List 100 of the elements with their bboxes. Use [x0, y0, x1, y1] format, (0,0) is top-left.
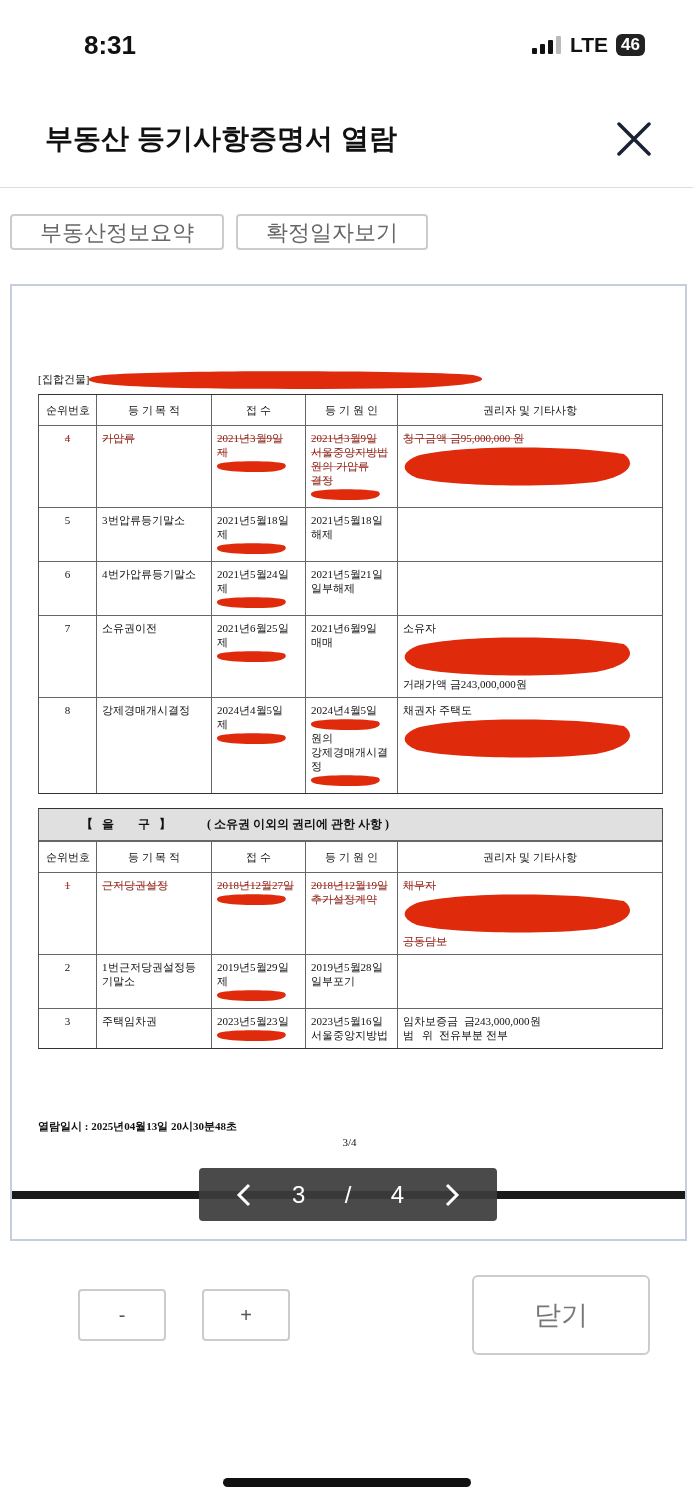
cell-text: 4번가압류등기말소: [102, 567, 197, 581]
cell-text: 2021년3월9일: [217, 431, 284, 445]
cell-text: 2024년4월5일: [311, 703, 378, 717]
cell-text: 기말소: [102, 974, 136, 988]
cell-text: 거래가액 금243,000,000원: [403, 677, 528, 691]
column-header: 권리자 및 기타사항: [483, 403, 577, 417]
close-button[interactable]: 닫기: [472, 1275, 650, 1355]
column-header: 접 수: [246, 850, 271, 864]
cell-text: 1번근저당권설정등: [102, 960, 197, 974]
clock-time: 8:31: [84, 29, 137, 61]
document-heading: [집합건물]: [38, 372, 90, 386]
page-title: 부동산 등기사항증명서 열람: [45, 121, 397, 156]
cell-text: 2021년5월18일: [217, 513, 290, 527]
cell-text: 해제: [311, 527, 334, 541]
section-subtitle: ( 소유권 이외의 권리에 관한 사항 ): [207, 816, 389, 833]
column-header: 등 기 원 인: [325, 403, 378, 417]
cell-text: 제: [217, 445, 229, 459]
cell-text: 2021년6월25일: [217, 621, 290, 635]
cell-text: 2021년5월21일: [311, 567, 384, 581]
cell-text: 범 위 전유부분 전부: [403, 1028, 509, 1042]
rank-number: 5: [64, 513, 71, 527]
redaction-mark: [217, 893, 287, 905]
previous-page-icon[interactable]: [234, 1182, 253, 1207]
cell-text: 근저당권설정: [102, 878, 169, 892]
cell-text: 2019년5월28일: [311, 960, 384, 974]
rank-number: 8: [64, 703, 71, 717]
redaction-mark: [311, 774, 381, 786]
cell-text: 채무자: [403, 878, 437, 892]
cell-text: 3번압류등기말소: [102, 513, 186, 527]
cell-text: 제: [217, 581, 229, 595]
column-header: 등 기 원 인: [325, 850, 378, 864]
column-header: 등 기 목 적: [127, 403, 181, 417]
redaction-mark: [217, 1029, 287, 1041]
cell-text: 소유권이전: [102, 621, 158, 635]
next-page-icon[interactable]: [443, 1182, 462, 1207]
rank-number: 1: [64, 878, 71, 892]
page-number: 3/4: [341, 1136, 358, 1148]
cell-text: 제: [217, 527, 229, 541]
cell-text: 2018년12월19일: [311, 878, 389, 892]
column-header: 순위번호: [45, 850, 90, 864]
cell-text: 추가설정계약: [311, 892, 378, 906]
cell-text: 2018년12월27일: [217, 878, 295, 892]
cell-text: 제: [217, 717, 229, 731]
cell-text: 2023년5월23일: [217, 1014, 290, 1028]
column-header: 권리자 및 기타사항: [483, 850, 577, 864]
total-pages: 4: [390, 1180, 404, 1209]
column-header: 순위번호: [45, 403, 90, 417]
cell-text: 2021년5월18일: [311, 513, 384, 527]
cell-text: 소유자: [403, 621, 437, 635]
cell-text: 2023년5월16일: [311, 1014, 384, 1028]
view-button[interactable]: 확정일자보기: [236, 214, 428, 250]
cell-text: 가압류: [102, 431, 136, 445]
cell-text: 채권자 주택도: [403, 703, 473, 717]
section-title: 【 을 구 】: [81, 816, 171, 833]
redaction-mark: [217, 650, 287, 662]
cell-text: 강제경매개시결정: [102, 703, 191, 717]
rank-number: 3: [64, 1014, 71, 1028]
current-page: 3: [291, 1180, 306, 1209]
redaction-mark: [217, 460, 287, 472]
viewed-timestamp: 열람일시 : 2025년04월13일 20시30분48초: [38, 1119, 238, 1134]
close-icon[interactable]: [617, 121, 651, 156]
cell-text: 제: [217, 635, 229, 649]
cell-text: 청구금액 금95,000,000 원: [403, 431, 525, 445]
cell-text: 원의: [311, 731, 334, 745]
rank-number: 4: [64, 431, 71, 445]
cell-text: 매매: [311, 635, 334, 649]
cell-text: 2021년5월24일: [217, 567, 290, 581]
cell-text: 2024년4월5일: [217, 703, 284, 717]
column-header: 접 수: [246, 403, 271, 417]
cell-text: 일부포기: [311, 974, 356, 988]
redaction-mark: [311, 488, 381, 500]
redaction-mark: [217, 732, 287, 744]
cell-text: 2021년6월9일: [311, 621, 378, 635]
cell-text: 서울중앙지방법: [311, 1028, 389, 1042]
cell-text: 결정: [311, 473, 334, 487]
rank-number: 6: [64, 567, 71, 581]
redaction-mark: [217, 989, 287, 1001]
cell-text: 서울중앙지방법: [311, 445, 389, 459]
redaction-mark: [217, 542, 287, 554]
cell-text: 일부해제: [311, 581, 356, 595]
view-button[interactable]: 부동산정보요약: [10, 214, 224, 250]
cell-text: 강제경매개시결: [311, 745, 389, 759]
cell-text: 제: [217, 974, 229, 988]
column-header: 등 기 목 적: [127, 850, 181, 864]
zoom-button[interactable]: +: [202, 1289, 290, 1341]
rank-number: 2: [64, 960, 71, 974]
signal-icon: [531, 36, 562, 54]
cell-text: 임차보증금 금243,000,000원: [403, 1014, 542, 1028]
page-separator: /: [344, 1180, 352, 1209]
cell-text: 공동담보: [403, 934, 448, 948]
cell-text: 주택임차권: [102, 1014, 158, 1028]
redaction-mark: [217, 596, 287, 608]
cell-text: 정: [311, 759, 323, 773]
cell-text: 2021년3월9일: [311, 431, 378, 445]
zoom-button[interactable]: -: [78, 1289, 166, 1341]
network-label: LTE: [569, 33, 609, 57]
cell-text: 원의 가압류: [311, 459, 370, 473]
battery-indicator: 46: [616, 34, 645, 56]
cell-text: 2019년5월29일: [217, 960, 290, 974]
rank-number: 7: [64, 621, 71, 635]
